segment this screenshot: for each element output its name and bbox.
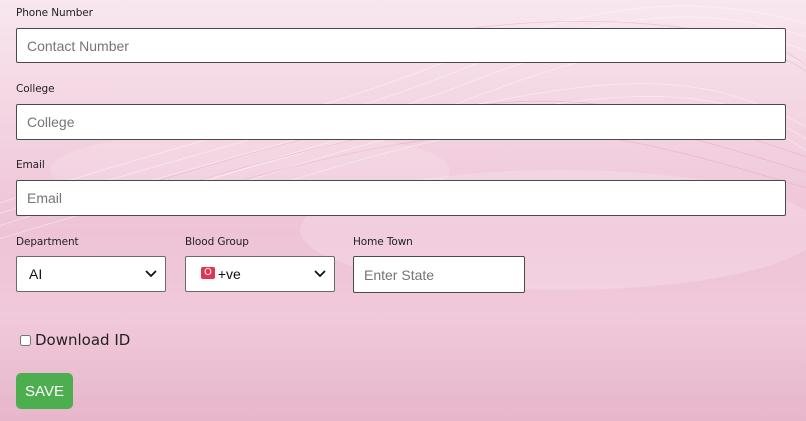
download-id-label: Download ID	[35, 331, 131, 349]
blood-group-label: Blood Group	[185, 236, 249, 248]
department-label: Department	[16, 236, 79, 248]
email-label: Email	[16, 159, 45, 171]
blood-group-suffix: +ve	[217, 266, 241, 282]
blood-type-badge: O	[201, 267, 215, 279]
college-input[interactable]	[16, 104, 786, 140]
department-selected-value: AI	[29, 266, 43, 282]
college-label: College	[16, 83, 55, 95]
phone-number-input[interactable]	[16, 28, 786, 63]
download-id-checkbox[interactable]	[20, 334, 31, 346]
chevron-down-icon	[314, 270, 326, 277]
download-id-option[interactable]: Download ID	[20, 331, 130, 349]
registration-form: Phone Number College Email Department AI…	[0, 0, 806, 421]
save-button[interactable]: SAVE	[16, 373, 73, 409]
department-select[interactable]: AI	[16, 256, 166, 292]
home-town-input[interactable]	[353, 256, 525, 293]
home-town-label: Home Town	[353, 236, 413, 248]
chevron-down-icon	[145, 270, 157, 277]
email-input[interactable]	[16, 180, 786, 216]
phone-number-label: Phone Number	[16, 7, 93, 19]
blood-group-select[interactable]: O +ve	[185, 256, 335, 292]
